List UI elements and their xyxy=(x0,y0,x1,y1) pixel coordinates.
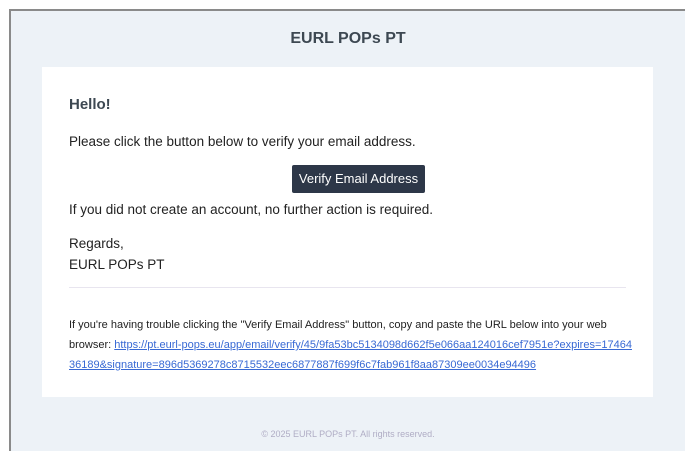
brand-link[interactable]: EURL POPs PT xyxy=(290,30,405,48)
intro-text: Please click the button below to verify … xyxy=(69,134,416,149)
email-frame: EURL POPs PT Hello! Please click the but… xyxy=(9,9,685,451)
subcopy: If you're having trouble clicking the "V… xyxy=(69,315,634,375)
greeting-heading: Hello! xyxy=(69,96,111,113)
salutation-text: Regards, xyxy=(69,236,124,251)
footer-copyright: © 2025 EURL POPs PT. All rights reserved… xyxy=(261,429,435,439)
outro-text: If you did not create an account, no fur… xyxy=(69,202,433,217)
email-header: EURL POPs PT xyxy=(11,11,685,67)
subcopy-divider xyxy=(69,287,626,288)
signature-text: EURL POPs PT xyxy=(69,257,165,272)
verify-url-link[interactable]: https://pt.eurl-pops.eu/app/email/verify… xyxy=(69,339,632,371)
action-row: Verify Email Address xyxy=(42,165,653,193)
email-body-card: Hello! Please click the button below to … xyxy=(42,67,653,397)
verify-email-button[interactable]: Verify Email Address xyxy=(291,165,426,193)
